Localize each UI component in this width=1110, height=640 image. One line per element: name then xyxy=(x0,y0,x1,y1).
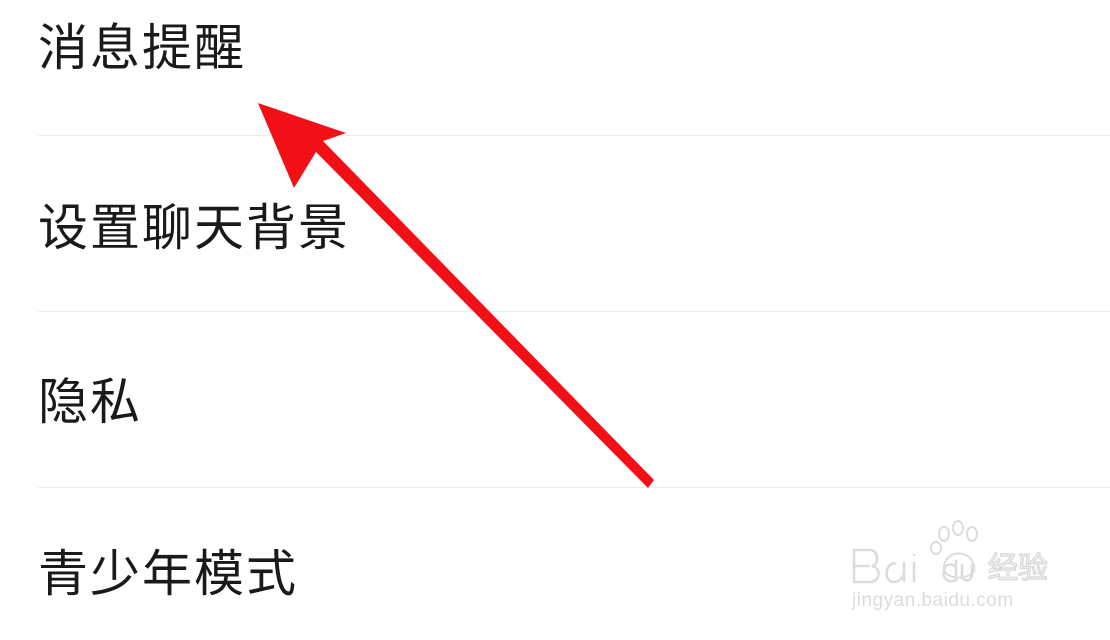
settings-list: 消息提醒 设置聊天背景 隐私 青少年模式 xyxy=(0,0,1110,640)
settings-item-label: 消息提醒 xyxy=(38,19,246,77)
settings-item-chat-background[interactable]: 设置聊天背景 xyxy=(0,136,1110,311)
settings-item-label: 青少年模式 xyxy=(38,545,298,603)
settings-item-teen-mode[interactable]: 青少年模式 xyxy=(0,488,1110,640)
settings-item-label: 设置聊天背景 xyxy=(38,199,350,257)
settings-item-label: 隐私 xyxy=(38,373,142,431)
settings-item-message-reminder[interactable]: 消息提醒 xyxy=(0,0,1110,135)
settings-item-privacy[interactable]: 隐私 xyxy=(0,312,1110,487)
